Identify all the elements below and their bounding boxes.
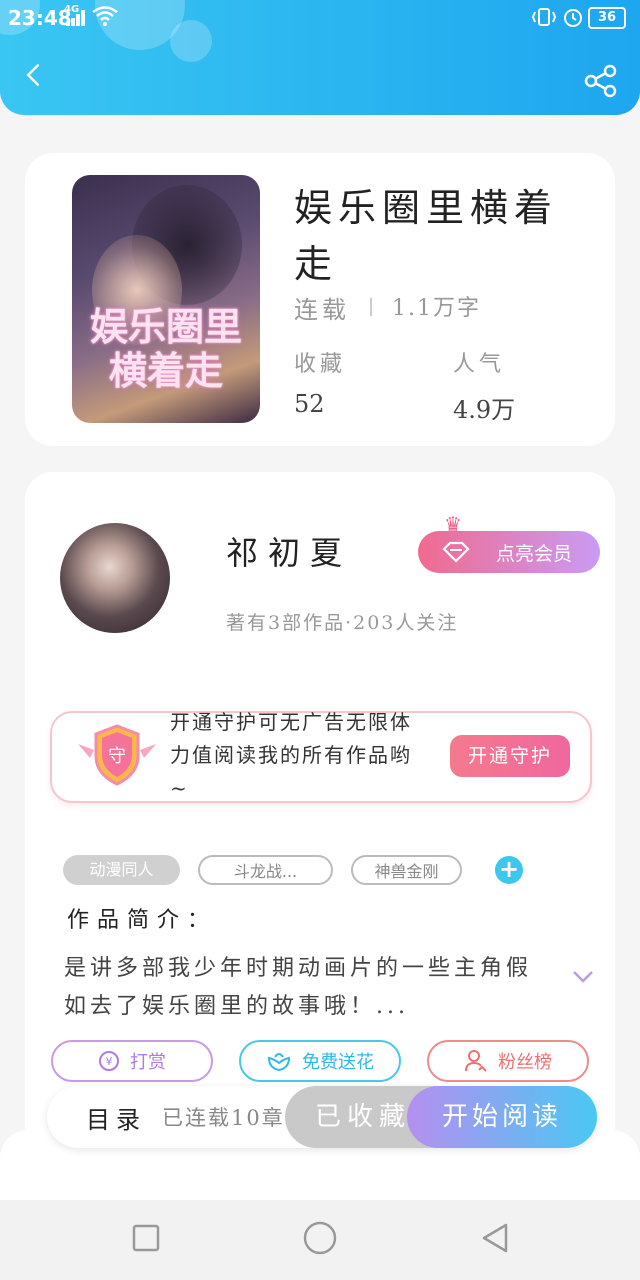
book-cover-image[interactable]: 娱乐圈里横着走: [72, 175, 260, 423]
popularity-label: 人气: [453, 352, 506, 377]
author-name[interactable]: 祁初夏: [226, 528, 352, 574]
signal-icon: [66, 10, 86, 26]
intro-title: 作品简介：: [67, 908, 218, 933]
favorites-label: 收藏: [294, 352, 347, 377]
genre-tag[interactable]: 斗龙战...: [198, 855, 333, 885]
cover-title-text: 娱乐圈里横着走: [89, 304, 242, 393]
chapter-count: 已连载10章: [162, 1106, 285, 1130]
author-info: 著有3部作品·203人关注: [226, 612, 459, 634]
vip-button-label: 点亮会员: [495, 542, 572, 565]
catalog-button[interactable]: 目录: [86, 1100, 146, 1135]
fans-ranking-button[interactable]: 粉丝榜: [427, 1040, 589, 1082]
home-icon[interactable]: [303, 1221, 337, 1255]
crown-icon: ♛: [444, 512, 462, 536]
reward-label: 打赏: [130, 1052, 166, 1073]
author-avatar[interactable]: [60, 523, 170, 633]
genre-tag[interactable]: 神兽金刚: [351, 855, 462, 885]
vibrate-icon: [532, 8, 556, 26]
wifi-icon: [92, 6, 118, 26]
book-title: 娱乐圈里横着走: [294, 186, 559, 286]
book-word-count: 1.1万字: [392, 296, 481, 321]
reward-button[interactable]: ¥ 打赏: [51, 1040, 213, 1082]
diamond-icon: [442, 541, 470, 563]
divider: [370, 298, 372, 316]
back-triangle-icon[interactable]: [480, 1222, 510, 1254]
back-arrow-icon[interactable]: [22, 64, 44, 86]
intro-text: 是讲多部我少年时期动画片的一些主角假如去了娱乐圈里的故事哦！...: [64, 956, 533, 1019]
share-icon[interactable]: [584, 64, 618, 98]
start-reading-button[interactable]: 开始阅读: [407, 1086, 597, 1148]
chevron-down-icon[interactable]: [572, 970, 594, 984]
status-bar: 23:48 4G 36: [0, 0, 640, 34]
flower-icon: [267, 1053, 291, 1072]
svg-text:¥: ¥: [106, 1055, 113, 1068]
favorites-value: 52: [294, 390, 325, 418]
open-guard-button[interactable]: 开通守护: [450, 735, 570, 777]
guard-shield-char: 守: [108, 746, 126, 767]
free-flower-button[interactable]: 免费送花: [239, 1040, 401, 1082]
guard-description: 开通守护可无广告无限体力值阅读我的所有作品哟~: [170, 710, 412, 800]
add-tag-icon[interactable]: +: [495, 856, 523, 884]
book-status: 连载: [294, 296, 350, 324]
free-flower-label: 免费送花: [302, 1052, 374, 1073]
genre-tag[interactable]: 动漫同人: [63, 855, 180, 885]
status-time: 23:48: [8, 6, 72, 30]
recents-icon[interactable]: [132, 1224, 160, 1252]
alarm-icon: [564, 9, 582, 27]
battery-indicator: 36: [588, 7, 626, 29]
user-icon: [465, 1050, 487, 1072]
guard-shield-icon: 守: [78, 724, 156, 786]
coin-icon: ¥: [99, 1051, 119, 1071]
system-navigation-bar: [0, 1200, 640, 1280]
fans-ranking-label: 粉丝榜: [498, 1052, 552, 1073]
popularity-value: 4.9万: [453, 396, 516, 424]
